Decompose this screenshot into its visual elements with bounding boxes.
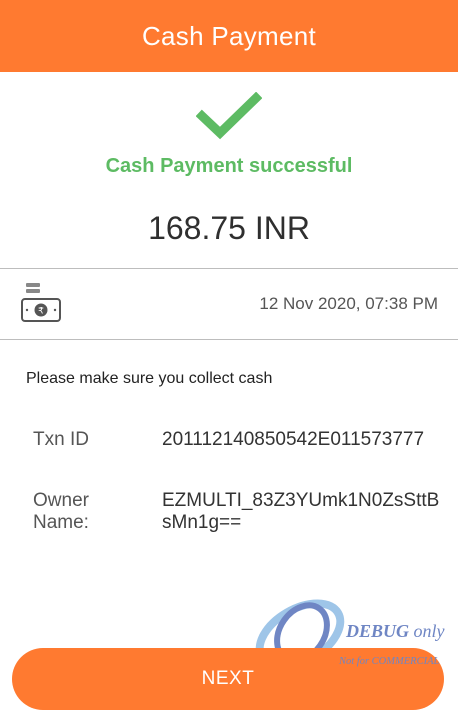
owner-name-label: Owner Name: — [33, 490, 89, 533]
app-header: Cash Payment — [0, 0, 458, 72]
divider — [0, 268, 458, 269]
txn-id-value: 201112140850542E011573777 — [162, 429, 425, 450]
watermark-note: Not for COMMERCIAL — [339, 656, 440, 667]
cash-payment-screen: Cash Payment Cash Payment successful 168… — [0, 0, 458, 722]
payment-amount: 168.75 INR — [148, 210, 310, 246]
watermark-secondary: only — [413, 621, 445, 641]
cash-icon: ₹ — [21, 283, 61, 322]
svg-text:₹: ₹ — [38, 307, 44, 317]
txn-id-label: Txn ID — [33, 429, 89, 450]
success-message: Cash Payment successful — [105, 155, 353, 177]
collect-cash-notice: Please make sure you collect cash — [26, 370, 273, 387]
payment-datetime: 12 Nov 2020, 07:38 PM — [259, 294, 438, 313]
owner-name-value: EZMULTI_83Z3YUmk1N0ZsSttBsMn1g== — [162, 490, 440, 533]
watermark-primary: DEBUG — [346, 621, 410, 641]
check-icon — [196, 92, 262, 140]
page-title: Cash Payment — [141, 20, 317, 51]
debug-watermark-text: DEBUG only — [346, 621, 445, 642]
divider — [0, 339, 458, 340]
